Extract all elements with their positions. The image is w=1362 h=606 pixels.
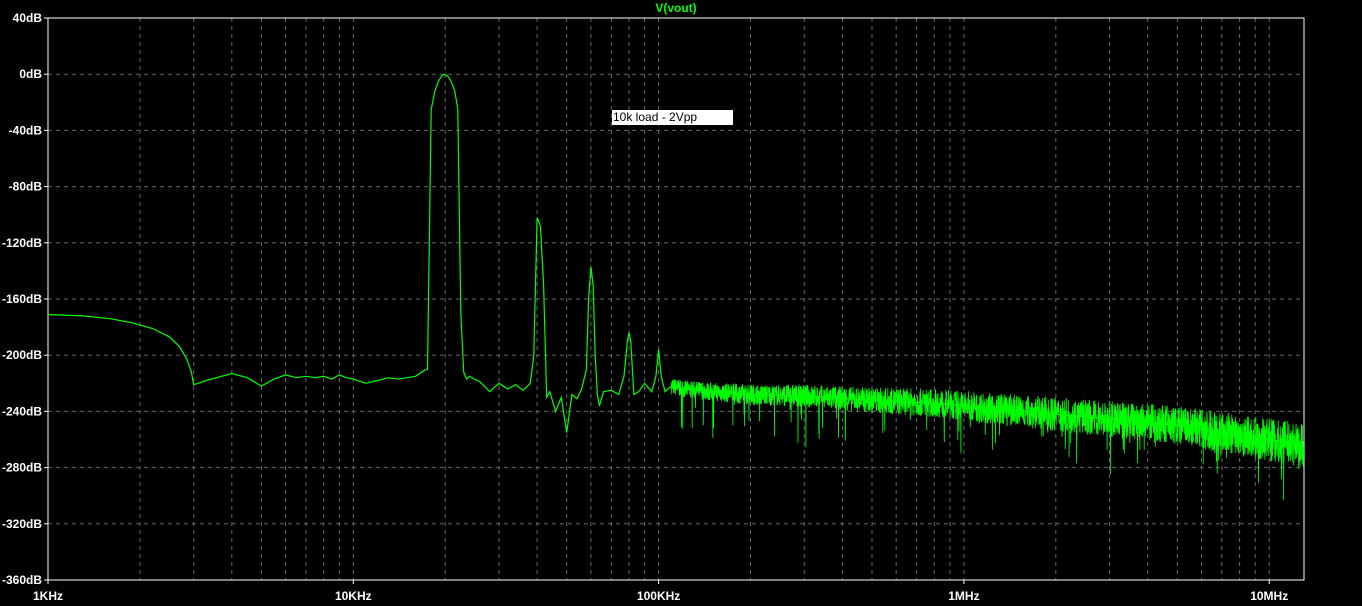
x-tick-label: 10KHz xyxy=(335,589,372,603)
y-tick-label: 40dB xyxy=(13,11,43,25)
y-tick-label: -80dB xyxy=(9,180,43,194)
y-tick-label: -320dB xyxy=(2,517,42,531)
y-tick-label: 0dB xyxy=(19,67,42,81)
y-tick-label: -280dB xyxy=(2,461,42,475)
spectrum-chart: 40dB 0dB -40dB -80dB -120dB -160dB -200dB -240d… xyxy=(2,1,1305,603)
y-tick-label: -40dB xyxy=(9,123,43,137)
annotation-label: 10k load - 2Vpp xyxy=(612,110,733,125)
y-tick-label: -240dB xyxy=(2,404,42,418)
x-tick-label: 1MHz xyxy=(948,589,979,603)
y-tick-label: -120dB xyxy=(2,236,42,250)
y-tick-label: -360dB xyxy=(2,573,42,587)
x-tick-label: 1KHz xyxy=(33,589,63,603)
x-tick-label: 10MHz xyxy=(1250,589,1288,603)
y-tick-label: -160dB xyxy=(2,292,42,306)
chart-title: V(vout) xyxy=(655,1,696,15)
y-tick-label: -200dB xyxy=(2,348,42,362)
x-tick-label: 100KHz xyxy=(637,589,680,603)
